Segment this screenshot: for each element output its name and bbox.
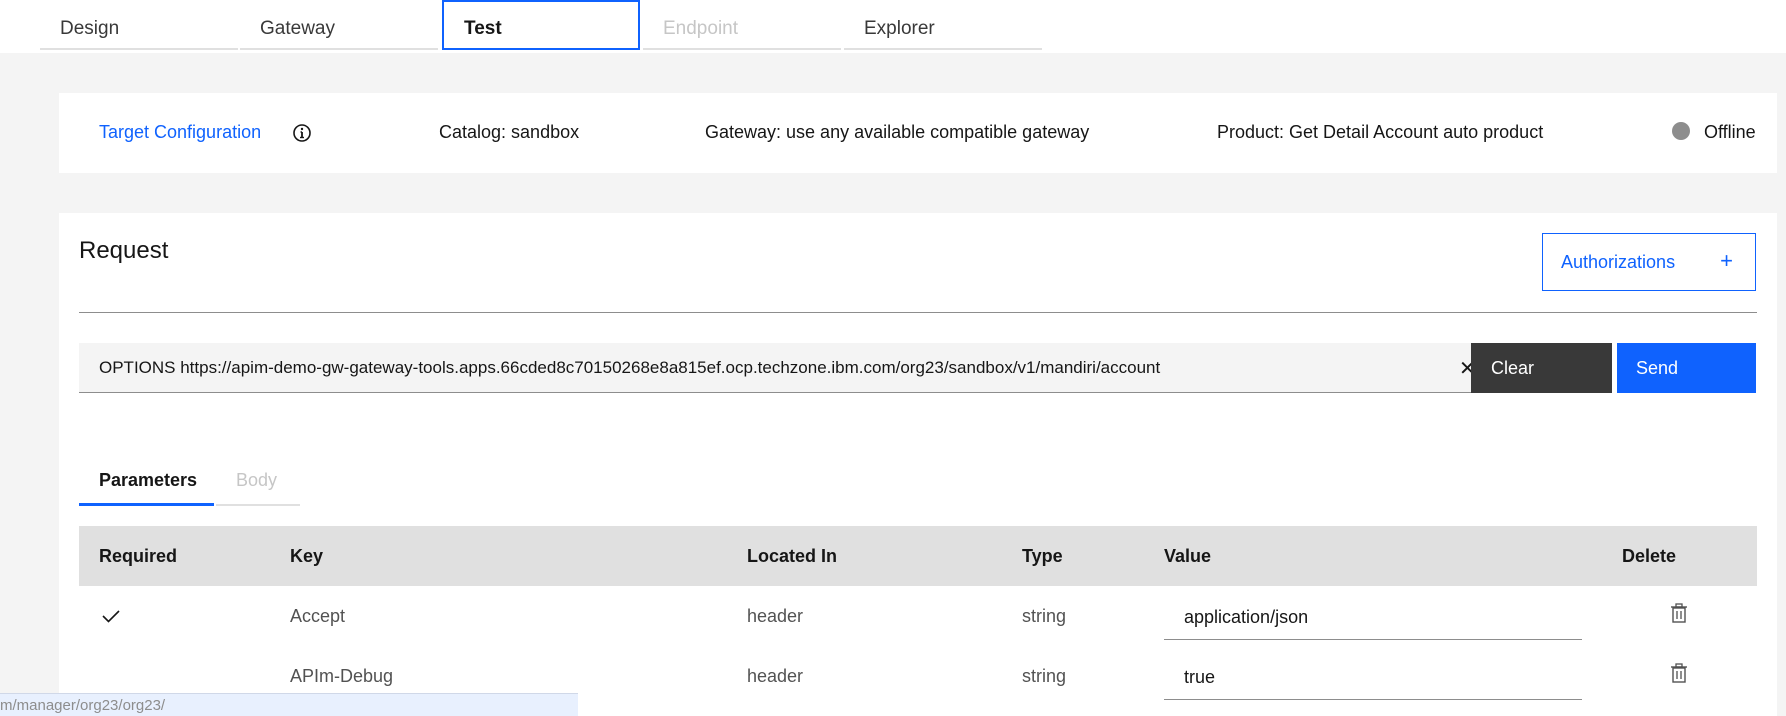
tab-body: Body [216,456,300,506]
param-value-text: application/json [1184,607,1309,627]
param-type: string [1022,606,1067,626]
request-title: Request [79,237,169,264]
divider [79,312,1757,313]
product-label: Product: Get Detail Account auto product [1217,122,1544,142]
status-text: Offline [1704,122,1756,142]
request-url-value: OPTIONS https://apim-demo-gw-gateway-too… [99,358,1161,377]
tab-label: Endpoint [663,18,739,39]
authorizations-button[interactable]: Authorizations + [1542,233,1756,291]
tab-parameters[interactable]: Parameters [79,456,214,506]
tab-design[interactable]: Design [40,0,238,50]
catalog-label: Catalog: sandbox [439,122,580,142]
table-row: Accept header string application/json [79,586,1757,646]
checkmark-icon [102,610,120,623]
tab-endpoint: Endpoint [643,0,841,50]
column-header-located-in: Located In [747,546,838,566]
tab-test[interactable]: Test [442,0,640,50]
info-icon[interactable] [292,123,312,143]
gateway-label: Gateway: use any available compatible ga… [705,122,1090,142]
authorizations-label: Authorizations [1561,252,1676,272]
param-value-input[interactable]: application/json [1164,592,1582,640]
send-button[interactable]: Send [1617,343,1756,393]
param-type: string [1022,666,1067,686]
target-configuration-link[interactable]: Target Configuration [99,122,261,143]
param-key: APIm-Debug [290,666,394,686]
request-card: Request Authorizations + OPTIONS https:/… [59,213,1777,716]
tab-explorer[interactable]: Explorer [844,0,1042,50]
column-header-type: Type [1022,546,1063,566]
tab-gateway[interactable]: Gateway [240,0,438,50]
param-value-text: true [1184,667,1216,687]
plus-icon: + [1720,248,1733,273]
table-header: Required Key Located In Type Value Delet… [79,526,1757,586]
tab-label: Gateway [260,18,335,39]
param-value-input[interactable]: true [1164,652,1582,700]
browser-status-url: m/manager/org23/org23/ [0,693,578,716]
param-located-in: header [747,606,804,626]
clear-button[interactable]: Clear [1471,343,1612,393]
tab-label: Design [60,18,120,39]
column-header-key: Key [290,546,324,566]
param-key: Accept [290,606,346,626]
param-located-in: header [747,666,804,686]
trash-icon[interactable] [1670,603,1688,623]
trash-icon[interactable] [1670,663,1688,683]
top-tab-bar: Design Gateway Test Endpoint Explorer [0,0,1786,53]
column-header-value: Value [1164,546,1212,566]
status-indicator-dot [1672,122,1690,140]
target-configuration-card: Target Configuration Catalog: sandbox Ga… [59,93,1777,173]
tab-label: Test [464,18,502,39]
column-header-delete: Delete [1622,546,1677,566]
tab-label: Explorer [864,18,935,39]
column-header-required: Required [99,546,178,566]
request-url-combobox[interactable]: OPTIONS https://apim-demo-gw-gateway-too… [79,343,1510,393]
